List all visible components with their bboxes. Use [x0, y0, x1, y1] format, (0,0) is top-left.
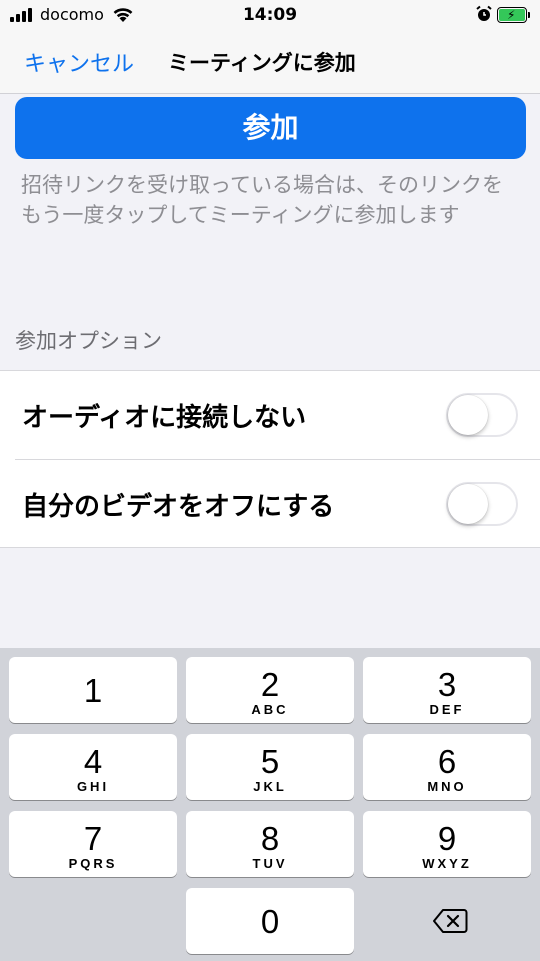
key-letters: TUV: [252, 856, 288, 871]
key-digit: 3: [437, 666, 457, 703]
key-digit: 2: [260, 666, 280, 703]
join-options-list: オーディオに接続しない 自分のビデオをオフにする: [0, 370, 540, 548]
toggle-knob: [448, 484, 488, 524]
page-title: ミーティングに参加: [168, 51, 356, 75]
key-4[interactable]: 4 GHI: [9, 734, 177, 800]
invite-link-hint: 招待リンクを受け取っている場合は、そのリンクをもう一度タップしてミーティングに参…: [21, 173, 503, 227]
key-7[interactable]: 7 PQRS: [9, 811, 177, 877]
key-3[interactable]: 3 DEF: [363, 657, 531, 723]
cancel-button[interactable]: キャンセル: [24, 46, 134, 78]
option-row-no-audio: オーディオに接続しない: [0, 371, 540, 459]
key-digit: 6: [437, 743, 457, 780]
key-letters: PQRS: [68, 856, 118, 871]
key-9[interactable]: 9 WXYZ: [363, 811, 531, 877]
backspace-icon[interactable]: [432, 908, 468, 934]
option-label-no-audio: オーディオに接続しない: [22, 403, 307, 433]
status-time: 14:09: [242, 5, 298, 25]
key-letters: MNO: [427, 779, 467, 794]
key-digit: 9: [437, 820, 457, 857]
toggle-knob: [448, 395, 488, 435]
key-digit: 4: [83, 743, 103, 780]
key-1[interactable]: 1: [9, 657, 177, 723]
key-digit: 8: [260, 820, 280, 857]
join-button[interactable]: 参加: [15, 97, 526, 159]
battery-charging-icon: ⚡: [497, 7, 527, 23]
option-label-video-off: 自分のビデオをオフにする: [22, 492, 335, 522]
key-letters: GHI: [76, 779, 110, 794]
key-2[interactable]: 2 ABC: [186, 657, 354, 723]
no-audio-toggle[interactable]: [446, 393, 518, 437]
status-bar: docomo 14:09 ⚡: [0, 0, 540, 30]
video-off-toggle[interactable]: [446, 482, 518, 526]
key-letters: WXYZ: [422, 856, 472, 871]
join-options-header: 参加オプション: [15, 329, 162, 353]
navigation-bar: キャンセル ミーティングに参加: [0, 30, 540, 94]
key-digit: 5: [260, 743, 280, 780]
key-digit: 7: [83, 820, 103, 857]
numeric-keypad: 1 2 ABC 3 DEF 4 GHI 5 JKL 6 MNO 7 PQRS 8…: [0, 648, 540, 961]
key-letters: DEF: [429, 702, 465, 717]
key-0[interactable]: 0: [186, 888, 354, 954]
battery-nub: [528, 12, 530, 18]
key-5[interactable]: 5 JKL: [186, 734, 354, 800]
key-6[interactable]: 6 MNO: [363, 734, 531, 800]
key-letters: JKL: [253, 779, 287, 794]
key-digit: 1: [83, 672, 103, 709]
key-letters: ABC: [251, 702, 289, 717]
option-row-video-off: 自分のビデオをオフにする: [0, 460, 540, 548]
key-8[interactable]: 8 TUV: [186, 811, 354, 877]
key-digit: 0: [260, 903, 280, 940]
alarm-icon: [476, 5, 492, 21]
